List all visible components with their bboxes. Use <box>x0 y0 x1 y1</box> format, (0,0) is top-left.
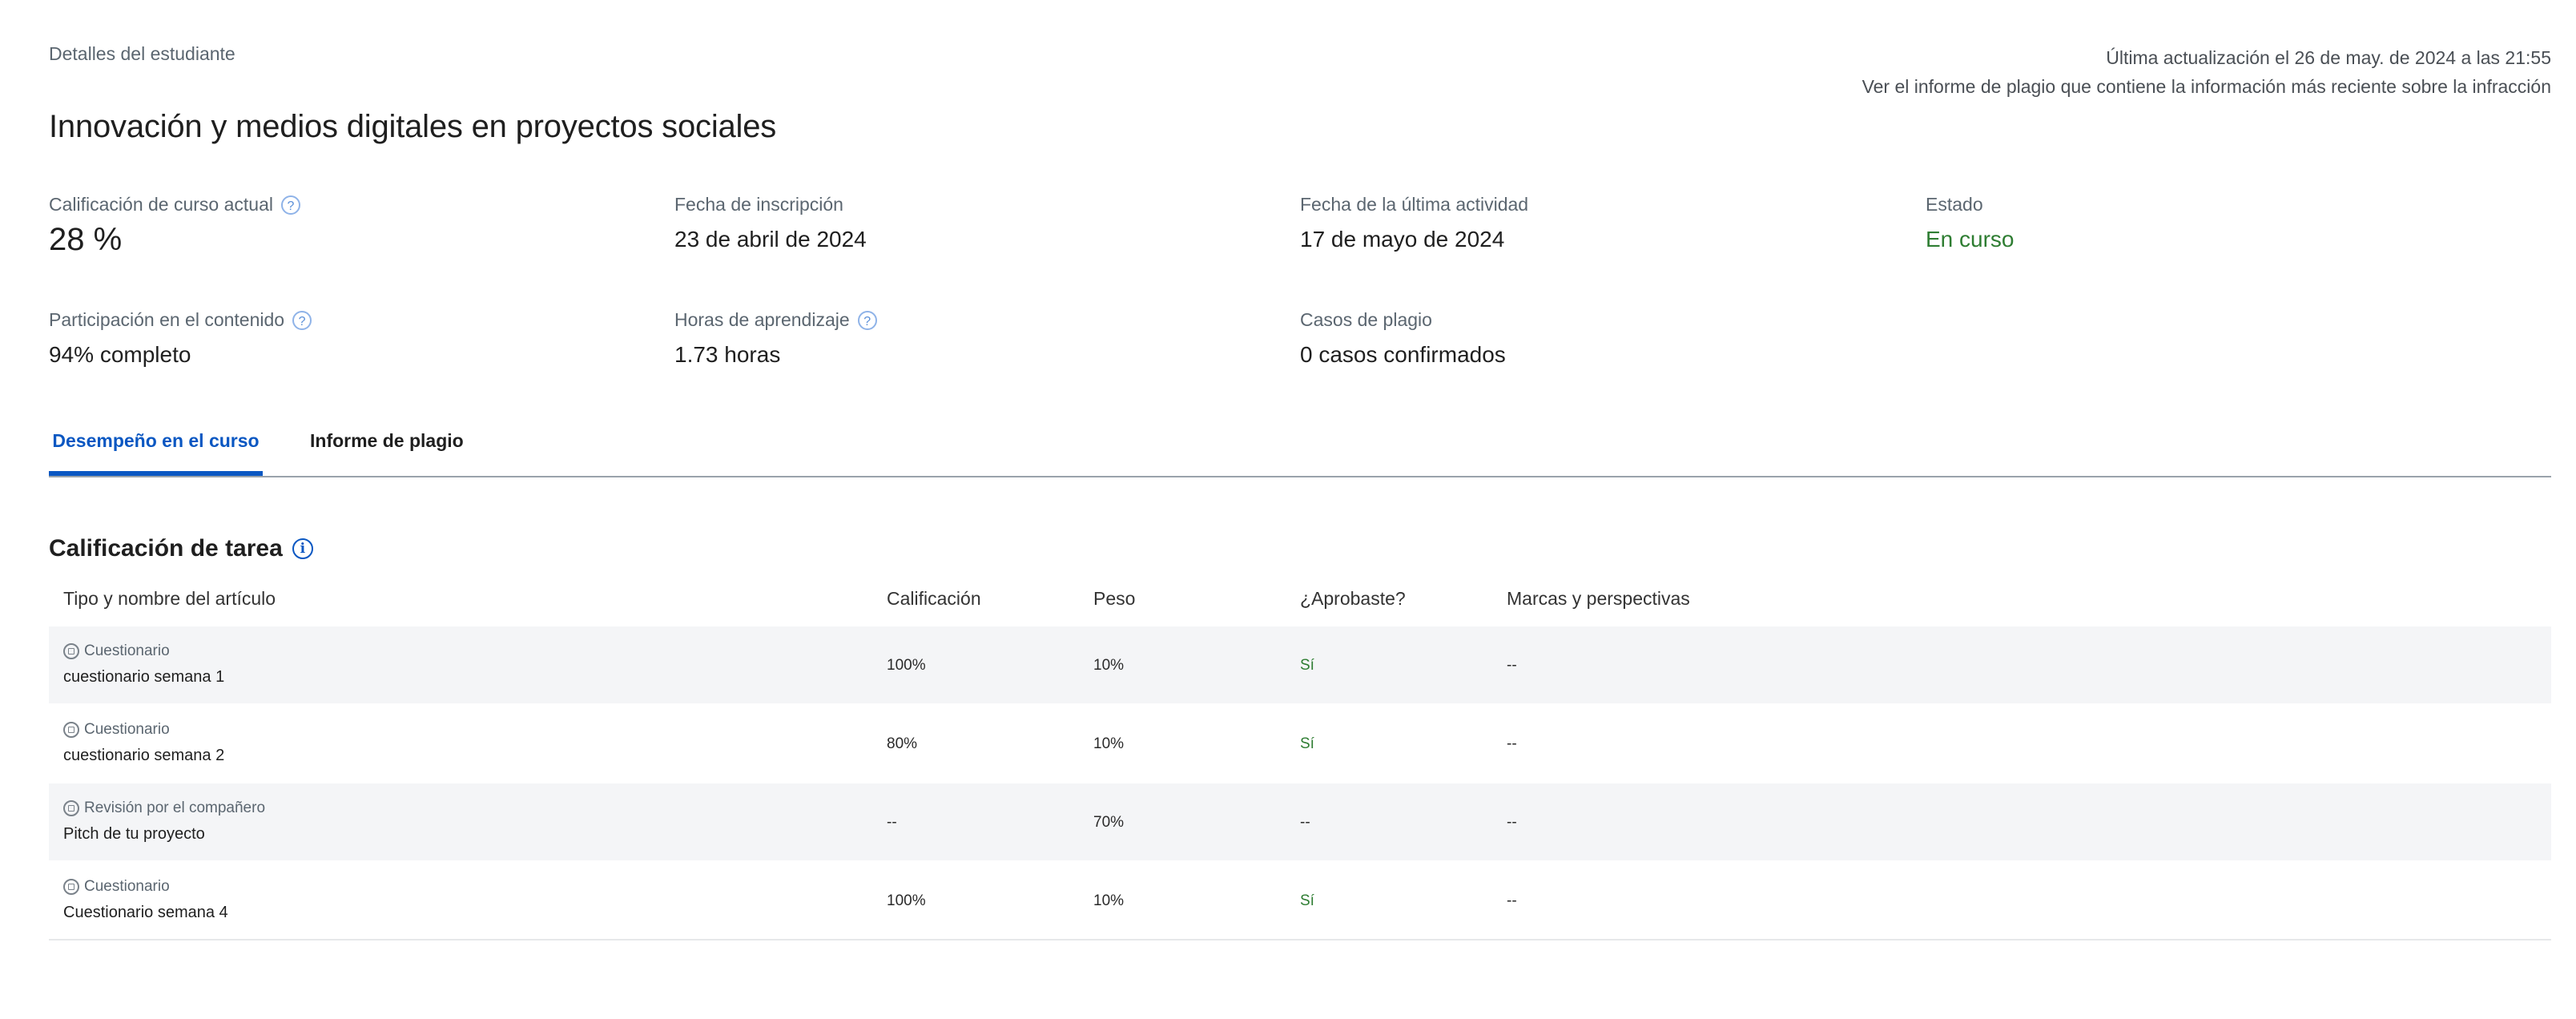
passed-cell: -- <box>1300 814 1310 831</box>
column-header-flags: Marcas y perspectivas <box>1507 588 1690 609</box>
help-icon[interactable]: ? <box>292 310 312 330</box>
stat-enrollment-date: Fecha de inscripción 23 de abril de 2024 <box>674 194 867 252</box>
stat-label: Fecha de la última actividad <box>1300 194 1529 215</box>
passed-cell: Sí <box>1300 657 1314 674</box>
flags-cell: -- <box>1507 735 1517 752</box>
table-header: Tipo y nombre del artículo Calificación … <box>49 575 2551 626</box>
stat-value: 1.73 horas <box>674 342 781 367</box>
stat-value: 23 de abril de 2024 <box>674 227 867 252</box>
stat-label: Participación en el contenido <box>49 309 285 330</box>
item-name-link[interactable]: Pitch de tu proyecto <box>63 825 205 844</box>
help-icon[interactable]: ? <box>280 195 300 215</box>
help-icon[interactable]: ? <box>857 310 877 330</box>
item-name-link[interactable]: cuestionario semana 1 <box>63 668 224 687</box>
plagiarism-report-note: Ver el informe de plagio que contiene la… <box>1862 76 2551 97</box>
item-type-label: Revisión por el compañero <box>84 799 266 816</box>
status-badge: En curso <box>1926 227 2015 252</box>
breadcrumb[interactable]: Detalles del estudiante <box>49 43 235 65</box>
assignment-grades-section-title: Calificación de tarea i <box>49 535 313 562</box>
item-type-label: Cuestionario <box>84 878 170 895</box>
tab-plagiarism-report[interactable]: Informe de plagio <box>310 417 464 476</box>
grade-cell: -- <box>887 814 897 831</box>
info-icon[interactable]: i <box>292 538 313 559</box>
peer-review-icon <box>63 800 79 816</box>
stat-value: 17 de mayo de 2024 <box>1300 227 1505 252</box>
page-title: Innovación y medios digitales en proyect… <box>49 109 777 144</box>
stat-learning-hours: Horas de aprendizaje ? 1.73 horas <box>674 309 877 368</box>
quiz-icon <box>63 722 79 738</box>
flags-cell: -- <box>1507 814 1517 831</box>
table-row[interactable]: Cuestionario cuestionario semana 2 80% 1… <box>49 705 2551 783</box>
stat-course-grade: Calificación de curso actual ? 28 % <box>49 194 300 258</box>
table-row[interactable]: Revisión por el compañero Pitch de tu pr… <box>49 783 2551 862</box>
section-title-text: Calificación de tarea <box>49 535 283 562</box>
grade-cell: 100% <box>887 892 926 909</box>
weight-cell: 10% <box>1093 735 1125 752</box>
stat-status: Estado En curso <box>1926 194 2015 252</box>
stat-label: Fecha de inscripción <box>674 194 843 215</box>
stat-label: Calificación de curso actual <box>49 194 273 215</box>
column-header-grade: Calificación <box>887 588 981 609</box>
grade-cell: 100% <box>887 657 926 674</box>
item-type-label: Cuestionario <box>84 642 170 659</box>
stat-label: Estado <box>1926 194 1983 215</box>
stat-participation: Participación en el contenido ? 94% comp… <box>49 309 312 368</box>
stat-value: 28 % <box>49 222 123 257</box>
weight-cell: 10% <box>1093 892 1125 909</box>
item-name-link[interactable]: cuestionario semana 2 <box>63 747 224 765</box>
column-header-weight: Peso <box>1093 588 1136 609</box>
last-updated-text: Última actualización el 26 de may. de 20… <box>2106 47 2551 68</box>
stat-plagiarism-cases: Casos de plagio 0 casos confirmados <box>1300 309 1506 368</box>
weight-cell: 70% <box>1093 814 1125 831</box>
table-row[interactable]: Cuestionario cuestionario semana 1 100% … <box>49 626 2551 705</box>
quiz-icon <box>63 643 79 659</box>
table-row[interactable]: Cuestionario Cuestionario semana 4 100% … <box>49 862 2551 940</box>
item-name-link[interactable]: Cuestionario semana 4 <box>63 904 228 922</box>
stat-label: Casos de plagio <box>1300 309 1432 330</box>
assignments-table: Tipo y nombre del artículo Calificación … <box>49 575 2551 940</box>
column-header-item: Tipo y nombre del artículo <box>63 588 276 609</box>
grade-cell: 80% <box>887 735 918 752</box>
stat-value: 94% completo <box>49 342 191 367</box>
update-info: Última actualización el 26 de may. de 20… <box>1862 43 2551 101</box>
weight-cell: 10% <box>1093 657 1125 674</box>
quiz-icon <box>63 879 79 895</box>
column-header-passed: ¿Aprobaste? <box>1300 588 1406 609</box>
tab-bar: Desempeño en el curso Informe de plagio <box>49 417 2551 477</box>
passed-cell: Sí <box>1300 892 1314 909</box>
passed-cell: Sí <box>1300 735 1314 752</box>
flags-cell: -- <box>1507 657 1517 674</box>
student-details-page: Detalles del estudiante Última actualiza… <box>49 0 2551 1019</box>
stat-value: 0 casos confirmados <box>1300 342 1506 367</box>
item-type-label: Cuestionario <box>84 721 170 738</box>
flags-cell: -- <box>1507 892 1517 909</box>
tab-course-performance[interactable]: Desempeño en el curso <box>49 417 263 476</box>
stat-last-activity: Fecha de la última actividad 17 de mayo … <box>1300 194 1528 252</box>
stat-label: Horas de aprendizaje <box>674 309 850 330</box>
